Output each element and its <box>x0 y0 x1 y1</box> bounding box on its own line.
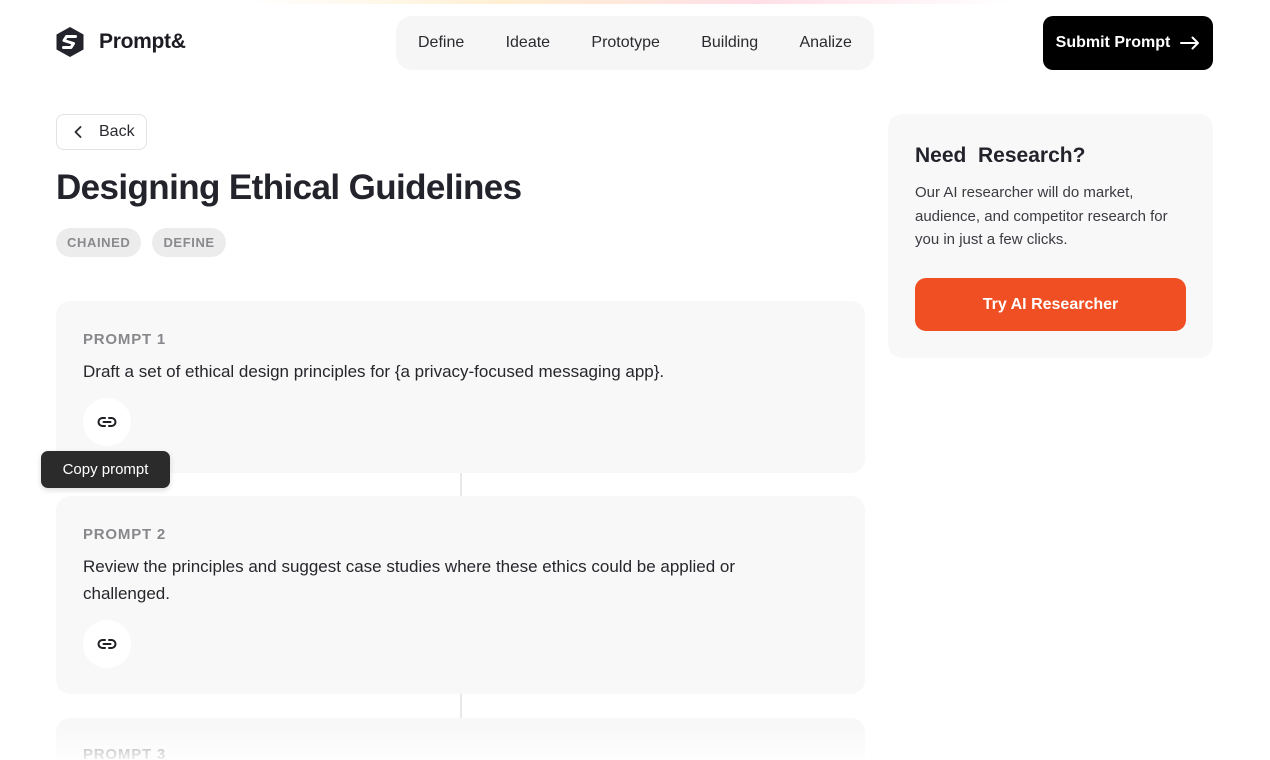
link-icon <box>95 632 119 656</box>
nav-analize[interactable]: Analize <box>799 34 851 52</box>
prompt-connector <box>460 694 462 718</box>
nav-building[interactable]: Building <box>701 34 758 52</box>
back-label: Back <box>99 123 135 140</box>
tag-define[interactable]: DEFINE <box>152 228 226 257</box>
tag-list: CHAINED DEFINE <box>56 228 226 257</box>
research-panel: Need Research? Our AI researcher will do… <box>888 114 1213 358</box>
main-nav: Define Ideate Prototype Building Analize <box>396 16 874 70</box>
top-glow <box>250 0 1010 4</box>
logo-text: Prompt& <box>99 30 186 53</box>
copy-prompt-tooltip: Copy prompt <box>41 451 170 488</box>
nav-prototype[interactable]: Prototype <box>591 34 659 52</box>
logo-icon <box>54 26 86 58</box>
research-description: Our AI researcher will do market, audien… <box>915 184 1168 248</box>
link-icon <box>95 410 119 434</box>
prompt-connector <box>460 473 462 496</box>
page-title: Designing Ethical Guidelines <box>56 168 522 207</box>
copy-prompt-button[interactable] <box>83 398 131 446</box>
submit-prompt-button[interactable]: Submit Prompt <box>1043 16 1213 70</box>
prompt-label: PROMPT 3 <box>83 746 167 760</box>
submit-prompt-label: Submit Prompt <box>1055 34 1171 51</box>
prompt-card-2: PROMPT 2 Review the principles and sugge… <box>56 496 865 694</box>
nav-define[interactable]: Define <box>418 34 464 52</box>
prompt-text: Review the principles and suggest case s… <box>83 557 736 603</box>
logo[interactable]: Prompt& <box>54 26 186 58</box>
prompt-label: PROMPT 1 <box>83 331 167 348</box>
copy-prompt-button[interactable] <box>83 620 131 668</box>
try-ai-researcher-button[interactable]: Try AI Researcher <box>915 278 1186 331</box>
research-title: Need Research? <box>915 144 1086 167</box>
tag-chained[interactable]: CHAINED <box>56 228 142 257</box>
prompt-card-3: PROMPT 3 <box>56 718 865 760</box>
prompt-card-1: PROMPT 1 Draft a set of ethical design p… <box>56 301 865 473</box>
prompt-text: Draft a set of ethical design principles… <box>83 362 665 381</box>
prompt-label: PROMPT 2 <box>83 526 167 543</box>
chevron-left-icon <box>73 125 83 139</box>
back-button[interactable]: Back <box>56 114 147 150</box>
arrow-right-icon <box>1180 36 1200 50</box>
nav-ideate[interactable]: Ideate <box>506 34 550 52</box>
